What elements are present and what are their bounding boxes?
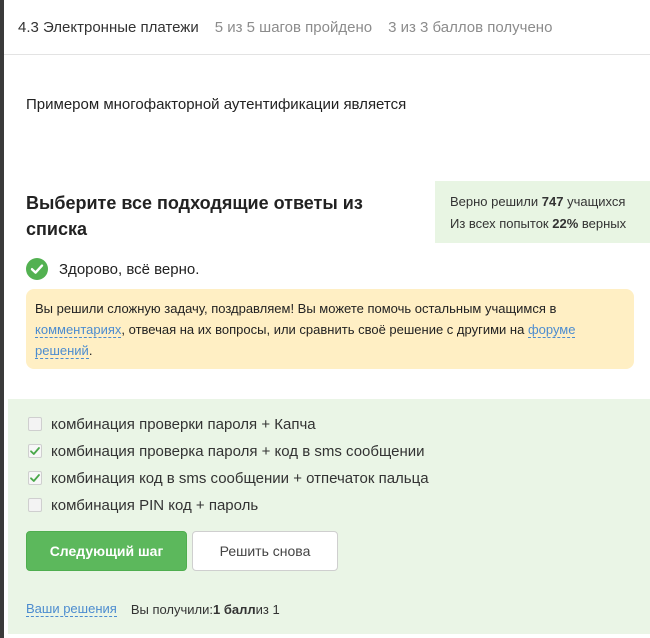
solved-count: 747 bbox=[541, 194, 564, 209]
lesson-title[interactable]: 4.3 Электронные платежи bbox=[18, 19, 199, 36]
checkmark-icon bbox=[30, 447, 40, 455]
answer-option[interactable]: комбинация проверки пароля + Капча bbox=[28, 414, 316, 434]
answer-option-label: комбинация PIN код + пароль bbox=[51, 496, 259, 514]
answer-option[interactable]: комбинация код в sms сообщении + отпечат… bbox=[28, 468, 429, 488]
answer-option[interactable]: комбинация PIN код + пароль bbox=[28, 495, 258, 515]
score-value: 1 балл bbox=[213, 601, 256, 617]
answer-option[interactable]: комбинация проверка пароля + код в sms с… bbox=[28, 441, 425, 461]
retry-button[interactable]: Решить снова bbox=[192, 531, 338, 571]
points-progress: 3 из 3 баллов получено bbox=[388, 18, 553, 36]
attempts-stat: Из всех попыток 22% верных bbox=[450, 216, 627, 231]
result-status: Здорово, всё верно. bbox=[26, 257, 199, 281]
left-edge-rule bbox=[0, 0, 4, 638]
task-title: Выберите все подходящие ответы из списка bbox=[26, 193, 363, 239]
solved-stat: Верно решили 747 учащихся bbox=[450, 194, 626, 209]
checkbox-checked[interactable] bbox=[28, 444, 42, 458]
result-text: Здорово, всё верно. bbox=[59, 260, 200, 278]
attempts-percent: 22% bbox=[552, 216, 579, 231]
checkbox-checked[interactable] bbox=[28, 471, 42, 485]
checkbox-unchecked[interactable] bbox=[28, 498, 42, 512]
answers-panel: комбинация проверки пароля + Капча комби… bbox=[8, 399, 650, 634]
next-step-button[interactable]: Следующий шаг bbox=[26, 531, 187, 571]
submission-footer: Ваши решения Вы получили: 1 балл из 1 bbox=[26, 601, 280, 617]
checkbox-unchecked[interactable] bbox=[28, 417, 42, 431]
answer-option-label: комбинация проверки пароля + Капча bbox=[51, 415, 316, 433]
steps-progress: 5 из 5 шагов пройдено bbox=[214, 18, 373, 36]
check-circle-icon bbox=[26, 258, 48, 280]
answer-option-label: комбинация код в sms сообщении + отпечат… bbox=[51, 469, 429, 487]
congrats-message: Вы решили сложную задачу, поздравляем! В… bbox=[26, 289, 634, 369]
stats-box: Верно решили 747 учащихся Из всех попыто… bbox=[435, 181, 650, 243]
answer-option-label: комбинация проверка пароля + код в sms с… bbox=[51, 442, 425, 460]
checkmark-icon bbox=[30, 474, 40, 482]
question-text: Примером многофакторной аутентификации я… bbox=[26, 96, 407, 113]
lesson-header: 4.3 Электронные платежи 5 из 5 шагов про… bbox=[4, 0, 650, 55]
my-solutions-link[interactable]: Ваши решения bbox=[26, 601, 117, 617]
comments-link[interactable]: комментариях bbox=[35, 322, 122, 338]
